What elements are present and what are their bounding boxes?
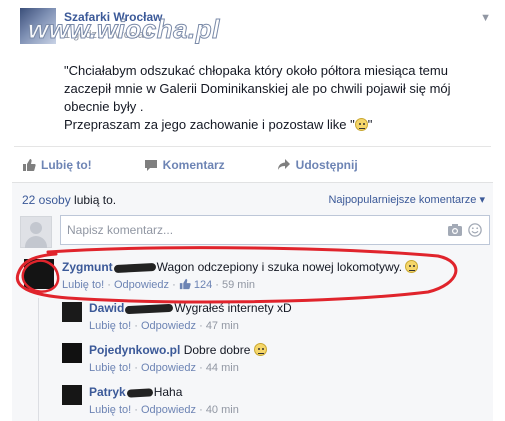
comment-reply-link[interactable]: Odpowiedz <box>114 279 169 291</box>
comment-meta: Lubię to! · Odpowiedz · 40 min <box>89 404 239 416</box>
comment-author-link[interactable]: Patryk <box>89 385 126 399</box>
redaction-scribble <box>126 388 153 398</box>
comment-input[interactable] <box>61 216 361 244</box>
like-button[interactable]: Lubię to! <box>22 156 92 174</box>
comment-bubble-icon <box>144 160 157 171</box>
comment-meta: Lubię to! · Odpowiedz · 124 · 59 min <box>62 278 256 291</box>
commenter-avatar[interactable] <box>62 385 82 405</box>
chevron-down-icon: ▾ <box>479 194 485 206</box>
comment-text: Dobre dobre <box>183 343 251 357</box>
comment-like-link[interactable]: Lubię to! <box>89 362 131 374</box>
likes-count-link[interactable]: 22 osoby <box>22 193 71 207</box>
comment-reply-link[interactable]: Odpowiedz <box>141 362 196 374</box>
comment-like-count[interactable]: 124 <box>194 279 212 291</box>
comment-sort-label: Najpopularniejsze komentarze <box>328 194 477 206</box>
comment-like-link[interactable]: Lubię to! <box>89 320 131 332</box>
comment-like-link[interactable]: Lubię to! <box>62 279 104 291</box>
camera-icon[interactable] <box>447 223 463 237</box>
thumbs-up-icon <box>23 159 36 171</box>
comment-composer[interactable] <box>60 215 490 245</box>
reply-thread-line <box>38 298 39 421</box>
comment-body: Pojedynkowo.pl Dobre dobre Lubię to! · O… <box>89 343 267 376</box>
comment-time[interactable]: 59 min <box>222 279 255 291</box>
comment-text: Wagon odczepiony i szuka nowej lokomotyw… <box>156 260 403 274</box>
smiley-emoji-icon <box>354 118 368 131</box>
wink-emoji-icon <box>405 260 419 273</box>
comment-author-link[interactable]: Pojedynkowo.pl <box>89 343 180 357</box>
share-button-label: Udostępnij <box>295 158 358 172</box>
comment-time[interactable]: 44 min <box>206 362 239 374</box>
post-options-chevron-icon[interactable]: ▼ <box>480 12 491 24</box>
comment-text: Haha <box>153 385 183 399</box>
comment-author-link[interactable]: Dawid <box>89 301 124 315</box>
commenter-avatar[interactable] <box>62 302 82 322</box>
comment-button[interactable]: Komentarz <box>144 156 225 174</box>
post-action-bar: Lubię to! Komentarz Udostępnij <box>22 156 358 174</box>
like-button-label: Lubię to! <box>41 158 92 172</box>
comment-text: Wygrałeś internety xD <box>174 301 292 315</box>
comment-reply-link[interactable]: Odpowiedz <box>141 404 196 416</box>
comment-meta: Lubię to! · Odpowiedz · 47 min <box>89 320 239 332</box>
comment-body: Zygmunt Wagon odczepiony i szuka nowej lo… <box>62 260 419 293</box>
comment-meta: Lubię to! · Odpowiedz · 44 min <box>89 362 239 374</box>
redaction-scribble <box>125 303 174 315</box>
watermark-logo: www.wiocha.pl <box>28 14 220 45</box>
likes-suffix: lubią to. <box>74 193 117 207</box>
facebook-post-card: Szafarki Wrocław 1 godz. · Wrocław ▼ www… <box>0 0 505 421</box>
likes-summary: 22 osoby lubią to. <box>22 193 116 207</box>
comment-button-label: Komentarz <box>162 158 225 172</box>
smiley-picker-icon[interactable] <box>467 223 483 237</box>
post-text: "Chciałabym odszukać chłopaka który okoł… <box>64 63 451 132</box>
redaction-scribble <box>113 262 156 273</box>
comment-reply-link[interactable]: Odpowiedz <box>141 320 196 332</box>
share-arrow-icon <box>277 159 290 170</box>
thumbs-up-icon <box>179 278 191 290</box>
divider <box>14 146 491 147</box>
comment-time[interactable]: 47 min <box>206 320 239 332</box>
comment-body: Patryk Haha Lubię to! · Odpowiedz · 40 mi… <box>89 385 239 418</box>
commenter-avatar[interactable] <box>24 259 54 289</box>
comment-sort-dropdown[interactable]: Najpopularniejsze komentarze ▾ <box>328 193 485 206</box>
comment-like-link[interactable]: Lubię to! <box>89 404 131 416</box>
post-text-body: "Chciałabym odszukać chłopaka który okoł… <box>64 63 451 132</box>
share-button[interactable]: Udostępnij <box>277 156 358 174</box>
viewer-avatar <box>20 216 52 248</box>
comment-author-link[interactable]: Zygmunt <box>62 260 113 274</box>
comment-time[interactable]: 40 min <box>206 404 239 416</box>
comment-body: Dawid Wygrałeś internety xD Lubię to! · O… <box>89 301 292 334</box>
smiley-emoji-icon <box>253 343 267 356</box>
commenter-avatar[interactable] <box>62 343 82 363</box>
